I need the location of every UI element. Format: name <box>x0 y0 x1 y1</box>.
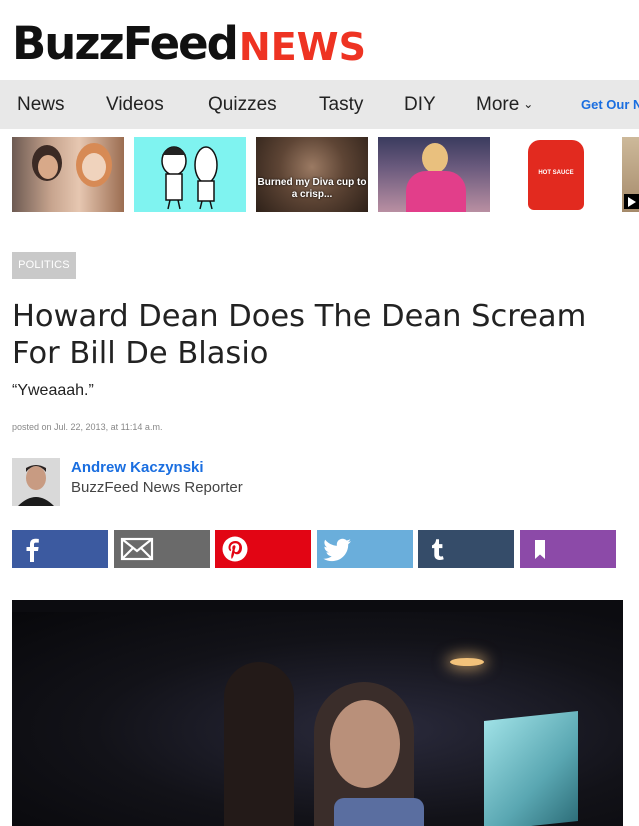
thumbnail-image <box>38 155 58 179</box>
twitter-icon <box>323 538 351 562</box>
nav-item-news[interactable]: News <box>17 94 65 116</box>
thumbnail-illustration <box>161 146 218 210</box>
thumbnail-image <box>82 153 106 181</box>
bookmark-icon <box>535 540 545 559</box>
author-name-link[interactable]: Andrew Kaczynski <box>71 459 204 476</box>
thumbnail-image <box>422 143 448 173</box>
video-frame <box>484 711 578 826</box>
posted-timestamp: posted on Jul. 22, 2013, at 11:14 a.m. <box>12 422 163 432</box>
avatar[interactable] <box>12 458 60 506</box>
thumbnail-link-2[interactable] <box>134 137 246 212</box>
nav-item-quizzes[interactable]: Quizzes <box>208 94 277 116</box>
play-icon <box>624 194 639 209</box>
thumbnail-image <box>406 171 466 212</box>
video-frame <box>224 662 294 826</box>
chevron-down-icon: ⌄ <box>523 97 534 111</box>
nav-more-label: More <box>476 94 520 115</box>
share-twitter-button[interactable] <box>317 530 413 568</box>
share-facebook-button[interactable] <box>12 530 108 568</box>
logo-buzzfeed: BuzzFeed <box>12 17 239 70</box>
facebook-icon <box>26 538 39 562</box>
video-frame <box>450 658 484 666</box>
thumbnail-caption: Burned my Diva cup to a crisp... <box>257 177 367 200</box>
thumbnail-link-3[interactable]: Burned my Diva cup to a crisp... <box>256 137 368 212</box>
thumbnail-link-1[interactable] <box>12 137 124 212</box>
nav-item-more[interactable]: More ⌄ <box>476 94 533 116</box>
share-tumblr-button[interactable] <box>418 530 514 568</box>
video-player[interactable] <box>12 600 623 826</box>
thumbnail-image: HOT SAUCE <box>528 140 584 210</box>
video-frame <box>330 700 400 788</box>
thumbnail-link-5[interactable]: HOT SAUCE <box>500 137 612 212</box>
nav-item-videos[interactable]: Videos <box>106 94 164 116</box>
thumbnail-link-6[interactable] <box>622 137 639 212</box>
pinterest-icon <box>222 536 248 562</box>
tumblr-icon <box>432 539 444 560</box>
site-logo[interactable]: BuzzFeed NEWS <box>12 16 366 66</box>
avatar-image <box>12 458 60 506</box>
article-title: Howard Dean Does The Dean Scream For Bil… <box>12 299 587 371</box>
article-dek: “Yweaaah.” <box>12 382 94 399</box>
share-pinterest-button[interactable] <box>215 530 311 568</box>
nav-item-diy[interactable]: DIY <box>404 94 436 116</box>
thumbnail-label: HOT SAUCE <box>538 170 574 176</box>
nav-item-tasty[interactable]: Tasty <box>319 94 363 116</box>
category-badge[interactable]: POLITICS <box>12 252 76 279</box>
newsletter-cta-link[interactable]: Get Our N <box>581 97 639 112</box>
email-icon <box>120 537 154 561</box>
main-nav: News Videos Quizzes Tasty DIY More ⌄ Get … <box>0 80 639 129</box>
thumbnail-link-4[interactable] <box>378 137 490 212</box>
share-email-button[interactable] <box>114 530 210 568</box>
author-role: BuzzFeed News Reporter <box>71 479 243 496</box>
video-frame <box>334 798 424 826</box>
logo-news: NEWS <box>238 25 366 69</box>
share-bookmark-button[interactable] <box>520 530 616 568</box>
